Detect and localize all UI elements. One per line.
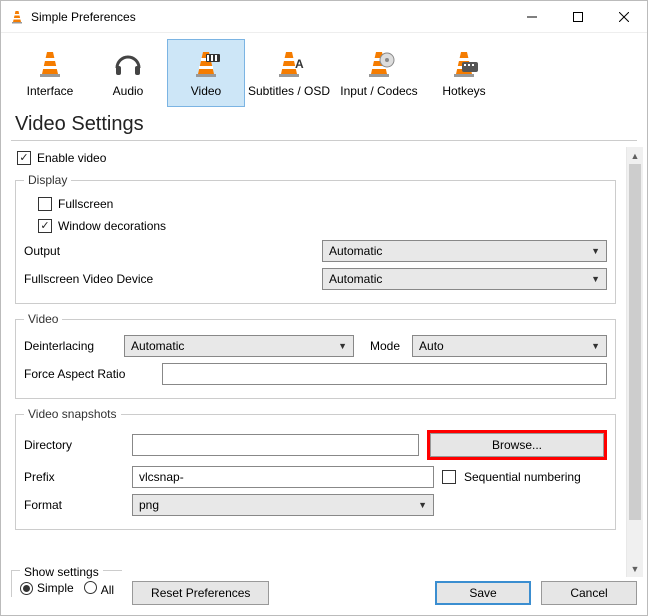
- cone-keyboard-icon: [448, 48, 480, 80]
- window-controls: [509, 1, 647, 33]
- tab-label: Video: [191, 84, 221, 98]
- cone-clapper-icon: [190, 48, 222, 80]
- radio-simple[interactable]: [20, 582, 33, 595]
- tab-label: Audio: [113, 84, 144, 98]
- radio-all[interactable]: [84, 581, 97, 594]
- snapshots-group: Video snapshots Directory Browse... Pref…: [15, 407, 616, 530]
- radio-simple-label: Simple: [37, 581, 74, 595]
- enable-video-label: Enable video: [37, 151, 106, 165]
- fullscreen-checkbox[interactable]: [38, 197, 52, 211]
- tab-subtitles[interactable]: A Subtitles / OSD: [245, 39, 333, 107]
- fs-device-label: Fullscreen Video Device: [24, 272, 194, 286]
- format-label: Format: [24, 498, 124, 512]
- browse-highlight: Browse...: [427, 430, 607, 460]
- button-label: Cancel: [570, 586, 607, 600]
- output-label: Output: [24, 244, 194, 258]
- video-group: Video Deinterlacing Automatic ▼ Mode Aut…: [15, 312, 616, 399]
- chevron-down-icon: ▼: [418, 500, 427, 510]
- select-value: png: [139, 498, 159, 512]
- chevron-down-icon: ▼: [591, 341, 600, 351]
- input-value: vlcsnap-: [139, 470, 184, 484]
- tab-interface[interactable]: Interface: [11, 39, 89, 107]
- deinterlacing-label: Deinterlacing: [24, 339, 116, 353]
- select-value: Automatic: [329, 244, 382, 258]
- tab-label: Interface: [27, 84, 74, 98]
- tab-input-codecs[interactable]: Input / Codecs: [333, 39, 425, 107]
- format-select[interactable]: png ▼: [132, 494, 434, 516]
- radio-all-row[interactable]: All: [84, 581, 114, 597]
- chevron-down-icon: ▼: [338, 341, 347, 351]
- select-value: Automatic: [329, 272, 382, 286]
- tab-audio[interactable]: Audio: [89, 39, 167, 107]
- force-aspect-ratio-input[interactable]: [162, 363, 607, 385]
- chevron-down-icon: ▼: [591, 246, 600, 256]
- fullscreen-label: Fullscreen: [58, 197, 113, 211]
- button-label: Browse...: [492, 438, 542, 452]
- tab-label: Subtitles / OSD: [248, 84, 330, 98]
- footer: Show settings Simple All Reset Preferenc…: [1, 577, 647, 615]
- vertical-scrollbar[interactable]: ▲ ▼: [626, 147, 643, 577]
- output-select[interactable]: Automatic ▼: [322, 240, 607, 262]
- mode-label: Mode: [370, 339, 400, 353]
- scroll-up-icon[interactable]: ▲: [627, 147, 643, 164]
- directory-input[interactable]: [132, 434, 419, 456]
- save-button[interactable]: Save: [435, 581, 531, 605]
- window-title: Simple Preferences: [31, 10, 509, 24]
- content-area: Enable video Display Fullscreen Window d…: [1, 147, 647, 577]
- select-value: Auto: [419, 339, 444, 353]
- group-legend: Display: [24, 173, 71, 187]
- scrollbar-thumb[interactable]: [629, 164, 641, 520]
- enable-video-row: Enable video: [11, 147, 620, 169]
- cone-icon: [34, 48, 66, 80]
- window-decorations-checkbox[interactable]: [38, 219, 52, 233]
- category-toolbar: Interface Audio Video A Subtitles / OSD …: [1, 33, 647, 107]
- sequential-numbering-label: Sequential numbering: [464, 470, 581, 484]
- group-legend: Video snapshots: [24, 407, 121, 421]
- tab-hotkeys[interactable]: Hotkeys: [425, 39, 503, 107]
- prefix-input[interactable]: vlcsnap-: [132, 466, 434, 488]
- divider: [11, 140, 637, 141]
- svg-text:A: A: [295, 57, 304, 71]
- button-label: Save: [469, 586, 496, 600]
- scroll-down-icon[interactable]: ▼: [627, 560, 643, 577]
- prefix-label: Prefix: [24, 470, 124, 484]
- scrollbar-track[interactable]: [627, 164, 643, 560]
- scroll-content: Enable video Display Fullscreen Window d…: [11, 147, 626, 577]
- browse-button[interactable]: Browse...: [430, 433, 604, 457]
- deinterlacing-select[interactable]: Automatic ▼: [124, 335, 354, 357]
- minimize-button[interactable]: [509, 1, 555, 33]
- group-legend: Video: [24, 312, 62, 326]
- cone-text-icon: A: [273, 48, 305, 80]
- headphones-icon: [112, 48, 144, 80]
- vlc-app-icon: [9, 9, 25, 25]
- close-button[interactable]: [601, 1, 647, 33]
- chevron-down-icon: ▼: [591, 274, 600, 284]
- window-decorations-label: Window decorations: [58, 219, 166, 233]
- cancel-button[interactable]: Cancel: [541, 581, 637, 605]
- button-label: Reset Preferences: [151, 586, 250, 600]
- mode-select[interactable]: Auto ▼: [412, 335, 607, 357]
- titlebar: Simple Preferences: [1, 1, 647, 33]
- show-settings-label: Show settings: [20, 565, 103, 579]
- cone-disc-icon: [363, 48, 395, 80]
- tab-label: Hotkeys: [442, 84, 485, 98]
- maximize-button[interactable]: [555, 1, 601, 33]
- reset-preferences-button[interactable]: Reset Preferences: [132, 581, 269, 605]
- tab-label: Input / Codecs: [340, 84, 417, 98]
- directory-label: Directory: [24, 438, 124, 452]
- enable-video-checkbox[interactable]: [17, 151, 31, 165]
- tab-video[interactable]: Video: [167, 39, 245, 107]
- select-value: Automatic: [131, 339, 184, 353]
- fs-device-select[interactable]: Automatic ▼: [322, 268, 607, 290]
- show-settings-group: Show settings Simple All: [11, 570, 122, 597]
- force-aspect-ratio-label: Force Aspect Ratio: [24, 367, 154, 381]
- display-group: Display Fullscreen Window decorations Ou…: [15, 173, 616, 304]
- radio-all-label: All: [101, 583, 114, 597]
- sequential-numbering-checkbox[interactable]: [442, 470, 456, 484]
- radio-simple-row[interactable]: Simple: [20, 581, 74, 597]
- page-title: Video Settings: [1, 107, 647, 138]
- preferences-window: Simple Preferences Interface Audio Video…: [0, 0, 648, 616]
